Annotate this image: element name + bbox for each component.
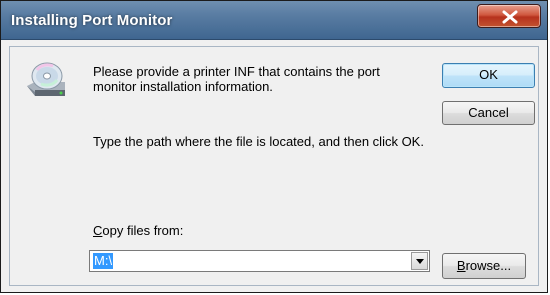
copy-label-rest: opy files from: [102, 223, 184, 238]
browse-hotkey: B [456, 258, 466, 273]
path-instruction-text: Type the path where the file is located,… [93, 134, 424, 149]
cd-drive-icon [23, 56, 67, 105]
copy-label-hotkey: C [93, 223, 103, 238]
close-icon [502, 10, 518, 24]
copy-files-value[interactable]: M:\ [93, 253, 114, 269]
dialog-window: Installing Port Monitor Please provide a… [0, 0, 548, 293]
copy-files-combobox[interactable]: M:\ [89, 250, 430, 272]
cancel-button[interactable]: Cancel [442, 101, 535, 125]
close-button[interactable] [477, 4, 541, 28]
window-title: Installing Port Monitor [11, 12, 173, 29]
chevron-down-icon [416, 259, 424, 264]
ok-button[interactable]: OK [442, 63, 535, 88]
instruction-text: Please provide a printer INF that contai… [93, 64, 380, 94]
combobox-dropdown-button[interactable] [411, 252, 428, 270]
browse-button[interactable]: Browse... [442, 253, 526, 279]
browse-label-rest: rowse... [465, 258, 512, 273]
title-bar[interactable]: Installing Port Monitor [1, 1, 547, 40]
copy-files-label: Copy files from: [93, 223, 183, 238]
